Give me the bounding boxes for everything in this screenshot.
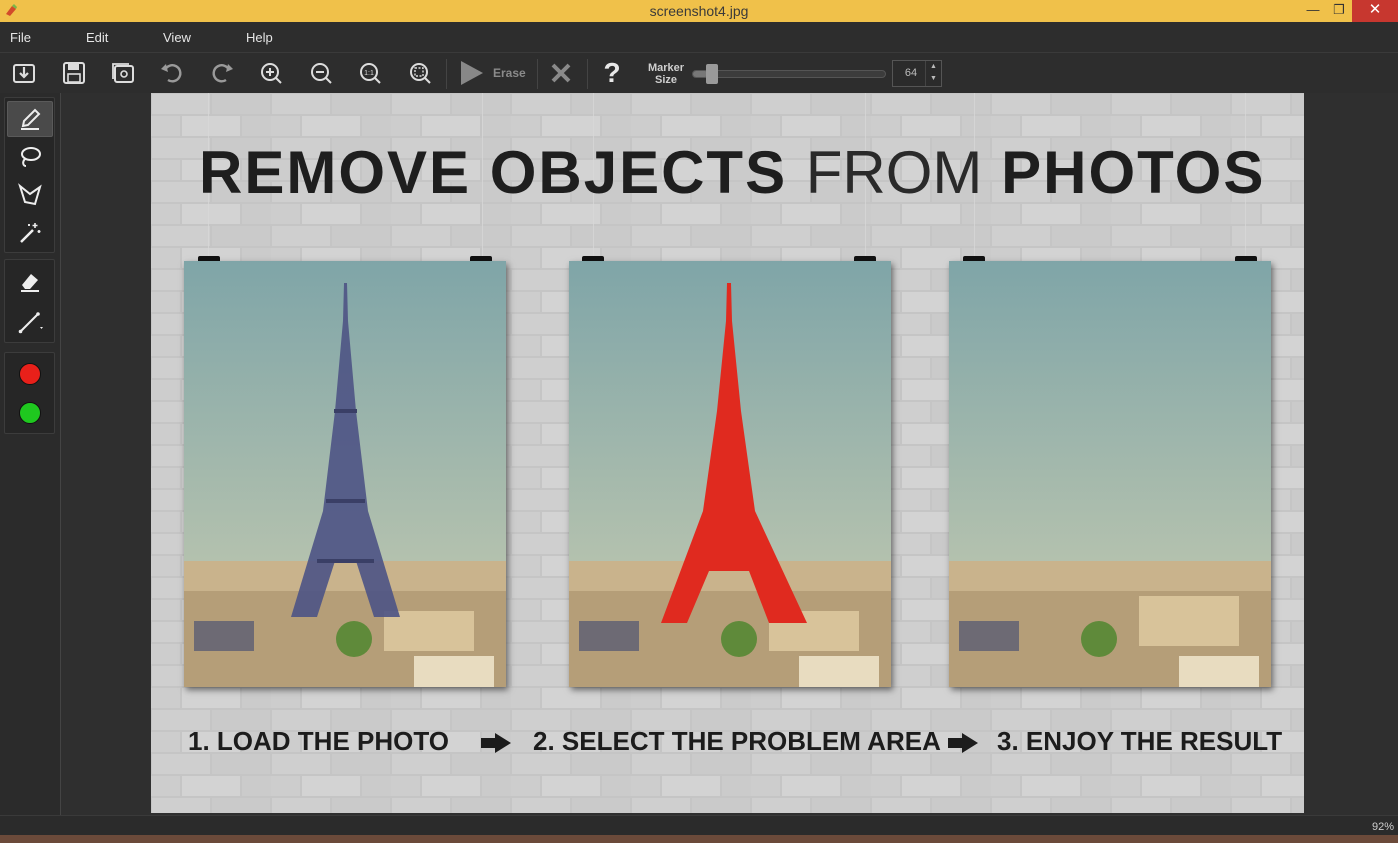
green-color-swatch <box>19 402 41 424</box>
save-button[interactable] <box>58 57 90 89</box>
menu-help[interactable]: Help <box>246 30 273 45</box>
undo-icon <box>161 64 182 83</box>
taskbar-strip <box>0 835 1398 843</box>
lasso-icon <box>21 147 41 167</box>
eiffel-photo-result <box>949 261 1271 687</box>
tool-palette <box>0 93 60 815</box>
headline-part-3: PHOTOS <box>1001 139 1266 206</box>
pencil-icon <box>21 108 41 130</box>
open-button[interactable] <box>8 57 40 89</box>
green-marker-color[interactable] <box>7 395 53 431</box>
undo-button[interactable] <box>156 57 188 89</box>
fit-to-window-button[interactable] <box>404 57 436 89</box>
red-marker-color[interactable] <box>7 356 53 392</box>
title-bar: screenshot4.jpg — ❐ ✕ <box>0 0 1398 22</box>
stepper-arrows[interactable]: ▲ ▼ <box>925 61 941 86</box>
eiffel-photo-original <box>184 261 506 687</box>
marker-size-slider[interactable] <box>692 70 886 78</box>
erase-button[interactable]: Erase <box>455 57 533 89</box>
save-as-button[interactable] <box>107 57 139 89</box>
marker-size-label: Marker Size <box>644 62 688 86</box>
redo-button[interactable] <box>206 57 238 89</box>
photo-result <box>949 261 1271 687</box>
slider-thumb[interactable] <box>706 64 718 84</box>
toolbar-separator <box>587 59 588 89</box>
color-tools <box>4 352 55 434</box>
line-icon <box>18 312 43 334</box>
actual-size-button[interactable]: 1:1 <box>354 57 386 89</box>
menu-bar: File Edit View Help <box>0 22 1398 52</box>
help-button[interactable]: ? <box>596 57 628 89</box>
step-2-text: 2. SELECT THE PROBLEM AREA <box>533 726 941 756</box>
polygon-lasso-icon <box>18 183 42 206</box>
restore-button[interactable]: ❐ <box>1326 0 1352 22</box>
polygonal-lasso-tool[interactable] <box>7 177 53 213</box>
close-button[interactable]: ✕ <box>1352 0 1398 22</box>
zoom-out-button[interactable] <box>305 57 337 89</box>
toolbar-separator <box>446 59 447 89</box>
erase-label: Erase <box>493 66 526 80</box>
image-canvas[interactable]: REMOVE OBJECTS FROM PHOTOS 1. LOAD THE P… <box>151 93 1304 813</box>
marker-label-line1: Marker <box>647 62 685 74</box>
toolbar: 1:1 Erase ? Marker Size 64 ▲ ▼ <box>0 52 1398 93</box>
eraser-tools <box>4 259 55 343</box>
fit-window-icon <box>410 63 431 84</box>
red-color-swatch <box>19 363 41 385</box>
menu-view[interactable]: View <box>163 30 191 45</box>
svg-text:1:1: 1:1 <box>364 70 374 77</box>
line-tool[interactable] <box>7 304 53 340</box>
eraser-icon <box>21 274 39 292</box>
actual-size-icon: 1:1 <box>360 63 381 84</box>
arrow-right-icon <box>948 733 978 753</box>
play-icon <box>461 61 483 85</box>
selection-tools <box>4 97 55 253</box>
marker-tool[interactable] <box>7 101 53 137</box>
menu-file[interactable]: File <box>10 30 31 45</box>
eiffel-photo-selected <box>569 261 891 687</box>
lasso-tool[interactable] <box>7 139 53 175</box>
minimize-button[interactable]: — <box>1300 0 1326 22</box>
headline-part-2: FROM <box>805 139 983 206</box>
redo-icon <box>212 64 233 83</box>
magic-wand-icon <box>20 223 41 243</box>
marker-size-stepper[interactable]: 64 ▲ ▼ <box>892 60 942 87</box>
toolbar-separator <box>537 59 538 89</box>
open-icon <box>13 64 35 83</box>
zoom-in-button[interactable] <box>255 57 287 89</box>
arrow-right-icon <box>481 733 511 753</box>
step-3-text: 3. ENJOY THE RESULT <box>997 726 1283 756</box>
poster-headline: REMOVE OBJECTS FROM PHOTOS <box>199 138 1263 207</box>
photo-original <box>184 261 506 687</box>
cancel-x-icon <box>551 63 571 83</box>
save-as-icon <box>112 63 134 83</box>
eraser-tool[interactable] <box>7 263 53 299</box>
cancel-button[interactable] <box>545 57 577 89</box>
photo-selected <box>569 261 891 687</box>
menu-edit[interactable]: Edit <box>86 30 108 45</box>
zoom-out-icon <box>311 63 332 84</box>
magic-wand-tool[interactable] <box>7 215 53 251</box>
window-title: screenshot4.jpg <box>649 3 749 19</box>
zoom-in-icon <box>261 63 282 84</box>
marker-label-line2: Size <box>654 74 677 86</box>
marker-size-value[interactable]: 64 <box>897 67 925 79</box>
step-1-text: 1. LOAD THE PHOTO <box>188 726 449 756</box>
headline-part-1: REMOVE OBJECTS <box>199 139 788 206</box>
zoom-level: 92% <box>1371 821 1394 833</box>
save-icon <box>63 62 85 84</box>
